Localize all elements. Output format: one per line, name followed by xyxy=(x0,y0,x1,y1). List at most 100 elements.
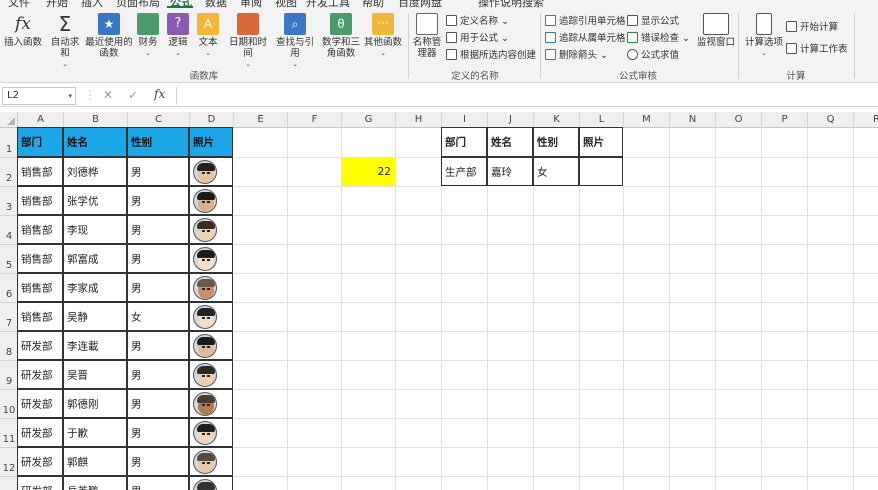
cell-g10[interactable] xyxy=(342,390,396,419)
photo-avatar[interactable] xyxy=(193,334,217,358)
cell-o6[interactable] xyxy=(716,274,762,303)
cell-d3[interactable] xyxy=(189,186,233,215)
cell-p12[interactable] xyxy=(762,448,808,477)
tab-help[interactable]: 帮助 xyxy=(362,0,384,9)
cell-f9[interactable] xyxy=(288,361,342,390)
cell-q11[interactable] xyxy=(808,419,854,448)
cell-b6[interactable]: 李家成 xyxy=(63,273,127,302)
cell-a8[interactable]: 研发部 xyxy=(17,331,63,360)
cell-h8[interactable] xyxy=(396,332,442,361)
cell-i9[interactable] xyxy=(442,361,488,390)
cell-c2[interactable]: 男 xyxy=(127,157,189,186)
cell-m5[interactable] xyxy=(624,245,670,274)
row-header-12[interactable]: 12 xyxy=(0,448,18,477)
cell-a9[interactable]: 研发部 xyxy=(17,360,63,389)
cell-p1[interactable] xyxy=(762,128,808,158)
cell-o5[interactable] xyxy=(716,245,762,274)
cell-o11[interactable] xyxy=(716,419,762,448)
cell-h6[interactable] xyxy=(396,274,442,303)
cell-e10[interactable] xyxy=(234,390,288,419)
cell-j2[interactable]: 嘉玲 xyxy=(487,157,533,186)
tab-review[interactable]: 审阅 xyxy=(240,0,262,9)
cell-h7[interactable] xyxy=(396,303,442,332)
cell-l8[interactable] xyxy=(580,332,624,361)
cell-g9[interactable] xyxy=(342,361,396,390)
use-in-formula-button[interactable]: 用于公式 ⌄ xyxy=(446,32,509,46)
column-header-b[interactable]: B xyxy=(64,112,128,128)
tab-view[interactable]: 视图 xyxy=(275,0,297,9)
cell-k3[interactable] xyxy=(534,187,580,216)
cell-c5[interactable]: 男 xyxy=(127,244,189,273)
cell-e2[interactable] xyxy=(234,158,288,187)
photo-avatar[interactable] xyxy=(193,479,217,490)
trace-dependents-button[interactable]: 追踪从属单元格 xyxy=(545,32,626,46)
lookup-button[interactable]: ⌕ 查找与引用 ⌄ xyxy=(272,13,318,70)
cell-o9[interactable] xyxy=(716,361,762,390)
cell-k11[interactable] xyxy=(534,419,580,448)
cell-j7[interactable] xyxy=(488,303,534,332)
tab-data[interactable]: 数据 xyxy=(205,0,227,9)
column-header-a[interactable]: A xyxy=(18,112,64,128)
cell-a13[interactable]: 研发部 xyxy=(17,476,63,490)
cell-e7[interactable] xyxy=(234,303,288,332)
cell-i8[interactable] xyxy=(442,332,488,361)
cell-n13[interactable] xyxy=(670,477,716,490)
cell-p8[interactable] xyxy=(762,332,808,361)
remove-arrows-button[interactable]: 删除箭头 ⌄ xyxy=(545,49,608,63)
cell-b9[interactable]: 吴晋 xyxy=(63,360,127,389)
cell-l4[interactable] xyxy=(580,216,624,245)
cell-i5[interactable] xyxy=(442,245,488,274)
cell-l2[interactable] xyxy=(579,157,623,186)
cell-d7[interactable] xyxy=(189,302,233,331)
cell-g7[interactable] xyxy=(342,303,396,332)
cell-f5[interactable] xyxy=(288,245,342,274)
cell-e13[interactable] xyxy=(234,477,288,490)
name-box[interactable]: L2 ▾ xyxy=(2,87,76,105)
cell-h10[interactable] xyxy=(396,390,442,419)
column-header-g[interactable]: G xyxy=(342,112,396,128)
cell-c1[interactable]: 性别 xyxy=(127,127,189,157)
cell-p7[interactable] xyxy=(762,303,808,332)
cell-n9[interactable] xyxy=(670,361,716,390)
cell-i3[interactable] xyxy=(442,187,488,216)
cell-b10[interactable]: 郭德刚 xyxy=(63,389,127,418)
cell-j8[interactable] xyxy=(488,332,534,361)
cell-b12[interactable]: 郭麒 xyxy=(63,447,127,476)
cell-q5[interactable] xyxy=(808,245,854,274)
cell-k1[interactable]: 性别 xyxy=(533,127,579,157)
column-header-h[interactable]: H xyxy=(396,112,442,128)
photo-avatar[interactable] xyxy=(193,305,217,329)
cell-m11[interactable] xyxy=(624,419,670,448)
cell-m2[interactable] xyxy=(624,158,670,187)
column-header-i[interactable]: I xyxy=(442,112,488,128)
cell-r5[interactable] xyxy=(854,245,878,274)
calculate-now-button[interactable]: 开始计算 xyxy=(786,21,838,35)
row-header-10[interactable]: 10 xyxy=(0,390,18,419)
cell-o12[interactable] xyxy=(716,448,762,477)
row-header-4[interactable]: 4 xyxy=(0,216,18,245)
cell-c6[interactable]: 男 xyxy=(127,273,189,302)
cell-n8[interactable] xyxy=(670,332,716,361)
cell-r6[interactable] xyxy=(854,274,878,303)
cell-d6[interactable] xyxy=(189,273,233,302)
cell-c7[interactable]: 女 xyxy=(127,302,189,331)
cell-e3[interactable] xyxy=(234,187,288,216)
column-header-r[interactable]: R xyxy=(854,112,878,128)
cell-f11[interactable] xyxy=(288,419,342,448)
row-header-9[interactable]: 9 xyxy=(0,361,18,390)
cell-n10[interactable] xyxy=(670,390,716,419)
cell-f2[interactable] xyxy=(288,158,342,187)
cell-p5[interactable] xyxy=(762,245,808,274)
cell-k12[interactable] xyxy=(534,448,580,477)
photo-avatar[interactable] xyxy=(193,276,217,300)
cell-c4[interactable]: 男 xyxy=(127,215,189,244)
cell-a5[interactable]: 销售部 xyxy=(17,244,63,273)
cell-h3[interactable] xyxy=(396,187,442,216)
cell-n11[interactable] xyxy=(670,419,716,448)
cell-c3[interactable]: 男 xyxy=(127,186,189,215)
cell-d9[interactable] xyxy=(189,360,233,389)
cell-k4[interactable] xyxy=(534,216,580,245)
cell-m4[interactable] xyxy=(624,216,670,245)
photo-avatar[interactable] xyxy=(193,189,217,213)
photo-avatar[interactable] xyxy=(193,363,217,387)
